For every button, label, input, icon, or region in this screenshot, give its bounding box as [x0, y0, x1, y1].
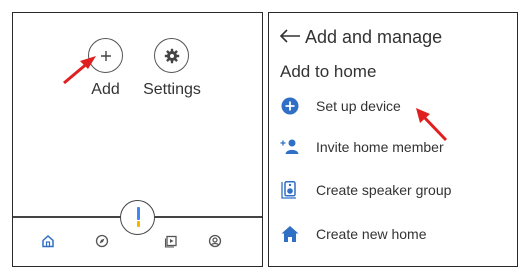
add-and-manage-panel: Add and manage Add to home Set up device…: [268, 12, 518, 267]
menu-item-label: Invite home member: [316, 139, 444, 155]
assistant-mic-button[interactable]: [120, 200, 155, 235]
gear-icon: [164, 48, 179, 63]
invite-home-member-item[interactable]: Invite home member: [269, 132, 517, 162]
mic-icon: [136, 207, 140, 220]
account-icon[interactable]: [208, 234, 222, 248]
section-heading: Add to home: [280, 62, 377, 81]
settings-label: Settings: [143, 81, 201, 98]
add-button[interactable]: [88, 38, 123, 73]
set-up-device-item[interactable]: Set up device: [269, 91, 517, 121]
create-speaker-group-item[interactable]: Create speaker group: [269, 175, 517, 205]
menu-item-label: Create speaker group: [316, 182, 452, 198]
explore-icon[interactable]: [95, 234, 109, 248]
create-new-home-item[interactable]: Create new home: [269, 219, 517, 249]
speaker-icon: [281, 181, 296, 199]
mic-icon-base: [136, 221, 140, 227]
house-icon: [281, 226, 299, 242]
plus-icon: [100, 50, 111, 61]
back-arrow-icon[interactable]: [279, 29, 301, 43]
page-title: Add and manage: [305, 27, 443, 47]
home-screen-panel: Add Settings: [12, 12, 263, 267]
add-label: Add: [91, 81, 120, 98]
menu-item-label: Set up device: [316, 98, 401, 114]
home-icon[interactable]: [41, 234, 55, 248]
menu-item-label: Create new home: [316, 226, 427, 242]
settings-button[interactable]: [154, 38, 189, 73]
add-circle-icon: [281, 97, 299, 115]
media-icon[interactable]: [164, 234, 178, 248]
add-person-icon: [280, 139, 299, 154]
